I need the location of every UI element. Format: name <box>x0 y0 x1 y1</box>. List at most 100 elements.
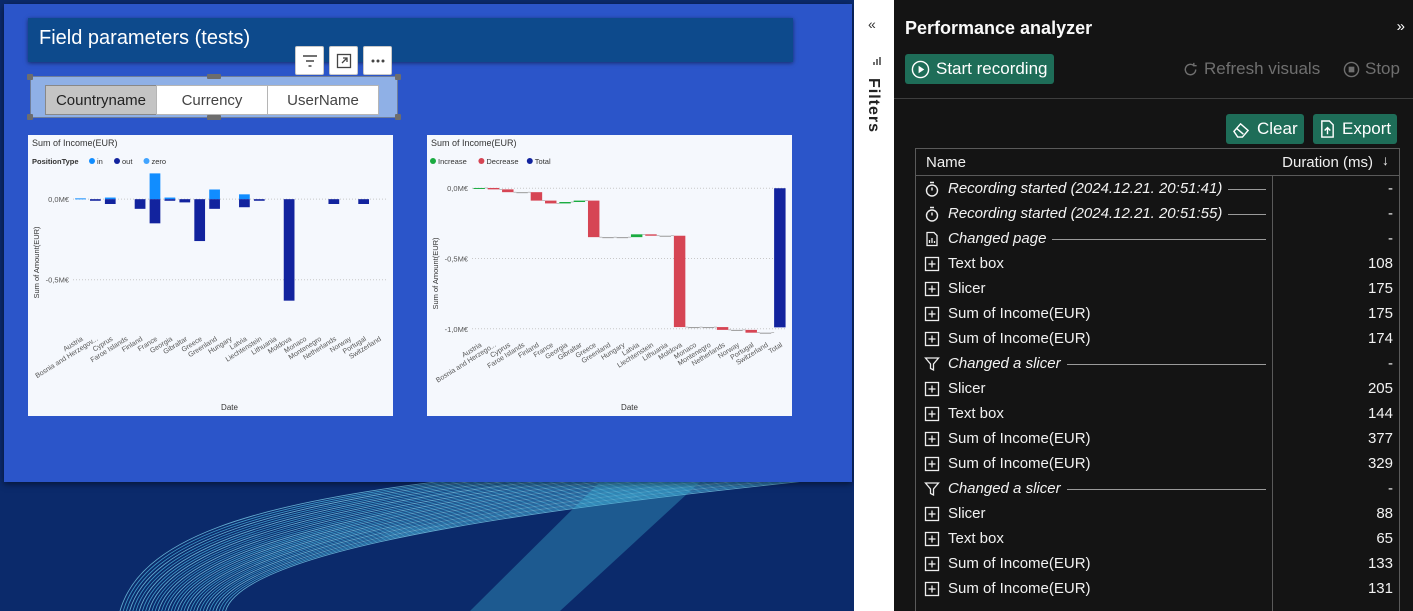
table-row[interactable]: Text box 108 <box>916 252 1399 277</box>
sort-descending-arrow-icon[interactable]: ↓ <box>1382 152 1389 168</box>
start-recording-button[interactable]: Start recording <box>905 54 1054 84</box>
bar-out <box>164 199 176 201</box>
expand-icon[interactable] <box>924 456 940 472</box>
clear-button[interactable]: Clear <box>1226 114 1304 144</box>
filters-pane-collapsed[interactable]: « Filters <box>854 0 894 611</box>
waterfall-bar <box>716 327 729 330</box>
resize-handle[interactable] <box>207 74 221 79</box>
stopwatch-icon <box>924 206 940 222</box>
expand-icon[interactable] <box>924 306 940 322</box>
event-row[interactable]: Changed a slicer - <box>916 352 1399 377</box>
expand-icon[interactable] <box>924 281 940 297</box>
slicer-option-countryname[interactable]: Countryname <box>45 85 157 115</box>
export-document-icon <box>1321 119 1334 138</box>
refresh-visuals-button[interactable]: Refresh visuals <box>1182 59 1320 79</box>
table-row[interactable]: Sum of Income(EUR) 131 <box>916 577 1399 602</box>
expand-icon[interactable] <box>924 406 940 422</box>
waterfall-bar <box>602 237 614 239</box>
row-duration: 174 <box>1367 330 1393 347</box>
report-page: Field parameters (tests) Countryname Cur… <box>4 4 852 482</box>
pane-divider <box>894 98 1413 99</box>
report-title-box[interactable]: Field parameters (tests) <box>28 18 793 62</box>
filter-icon <box>302 54 317 67</box>
table-row[interactable]: Text box 65 <box>916 527 1399 552</box>
more-options-button[interactable] <box>363 46 392 75</box>
resize-handle[interactable] <box>395 114 401 120</box>
table-row[interactable]: Sum of Income(EUR) 133 <box>916 552 1399 577</box>
column-header-name[interactable]: Name <box>926 154 966 171</box>
clustered-bar-chart[interactable]: Sum of Income(EUR) 0,0M€ -0,5M€ Sum of Amou… <box>28 135 393 416</box>
column-header-duration[interactable]: Duration (ms) <box>1282 154 1373 171</box>
stop-label: Stop <box>1365 59 1400 78</box>
bar-out <box>149 199 161 224</box>
waterfall-bar <box>616 237 629 239</box>
table-row[interactable]: Sum of Income(EUR) 377 <box>916 427 1399 452</box>
expand-icon[interactable] <box>924 256 940 272</box>
y-tick-label: 0,0M€ <box>447 184 469 193</box>
row-name: Changed a slicer <box>948 355 1061 372</box>
waterfall-bar <box>688 327 700 329</box>
event-row[interactable]: Changed a slicer - <box>916 477 1399 502</box>
waterfall-bar <box>745 329 757 333</box>
bar-in <box>239 194 250 200</box>
table-row[interactable]: Text box 144 <box>916 402 1399 427</box>
legend-label: Total <box>535 157 551 166</box>
row-name: Text box <box>948 255 1004 272</box>
filter-icon <box>924 356 940 372</box>
bar-out <box>283 199 295 301</box>
expand-icon[interactable] <box>924 331 940 347</box>
table-row[interactable]: Slicer 175 <box>916 277 1399 302</box>
bar-out <box>209 199 220 209</box>
row-name: Changed page <box>948 230 1047 247</box>
resize-handle[interactable] <box>27 114 33 120</box>
focus-mode-button[interactable] <box>329 46 358 75</box>
filter-button[interactable] <box>295 46 324 75</box>
table-row[interactable]: Sum of Income(EUR) 174 <box>916 327 1399 352</box>
y-axis-title: Sum of Amount(EUR) <box>431 237 440 310</box>
report-canvas: Field parameters (tests) Countryname Cur… <box>0 0 854 611</box>
collapse-pane-chevron-icon[interactable]: » <box>1397 18 1405 35</box>
table-row[interactable]: Slicer 205 <box>916 377 1399 402</box>
resize-handle[interactable] <box>395 74 401 80</box>
expand-icon[interactable] <box>924 581 940 597</box>
y-tick-label: -1,0M€ <box>445 325 469 334</box>
x-tick-label: Total <box>768 342 785 356</box>
bar-out <box>358 199 370 204</box>
table-row[interactable]: Sum of Income(EUR) 329 <box>916 452 1399 477</box>
slicer-option-username[interactable]: UserName <box>267 85 379 115</box>
stop-button[interactable]: Stop <box>1343 59 1400 79</box>
event-row[interactable]: Recording started (2024.12.21. 20:51:55)… <box>916 202 1399 227</box>
resize-handle[interactable] <box>27 74 33 80</box>
waterfall-bar <box>487 187 500 190</box>
expand-icon[interactable] <box>924 531 940 547</box>
chart-title: Sum of Income(EUR) <box>32 138 118 148</box>
table-row[interactable]: Slicer 88 <box>916 502 1399 527</box>
bar-in <box>149 173 161 200</box>
expand-icon[interactable] <box>924 381 940 397</box>
slicer-option-currency[interactable]: Currency <box>156 85 268 115</box>
y-axis-title: Sum of Amount(EUR) <box>32 226 41 299</box>
table-header: Name Duration (ms) ↓ <box>916 149 1399 176</box>
row-name: Sum of Income(EUR) <box>948 305 1091 322</box>
waterfall-chart[interactable]: Sum of Income(EUR) 0,0M€ -0,5M€ -1,0M€ Sum o… <box>427 135 792 416</box>
start-recording-label: Start recording <box>936 59 1048 78</box>
expand-icon[interactable] <box>924 556 940 572</box>
event-row[interactable]: Changed page - <box>916 227 1399 252</box>
legend-marker <box>114 158 120 164</box>
row-name: Recording started (2024.12.21. 20:51:55) <box>948 205 1223 222</box>
field-parameter-slicer[interactable]: Countryname Currency UserName <box>27 74 401 120</box>
expand-icon[interactable] <box>924 506 940 522</box>
filters-pane-label[interactable]: Filters <box>864 78 882 133</box>
expand-icon[interactable] <box>924 431 940 447</box>
table-row[interactable]: Sum of Income(EUR) 175 <box>916 302 1399 327</box>
export-button[interactable]: Export <box>1313 114 1398 144</box>
row-duration: 205 <box>1367 380 1393 397</box>
refresh-icon <box>1184 62 1197 75</box>
row-duration: 88 <box>1376 505 1393 522</box>
expand-filters-chevron-icon[interactable]: « <box>868 16 876 32</box>
row-duration: - <box>1388 480 1393 497</box>
row-name: Sum of Income(EUR) <box>948 330 1091 347</box>
row-duration: - <box>1388 180 1393 197</box>
event-row[interactable]: Recording started (2024.12.21. 20:51:41)… <box>916 177 1399 202</box>
resize-handle[interactable] <box>207 115 221 120</box>
